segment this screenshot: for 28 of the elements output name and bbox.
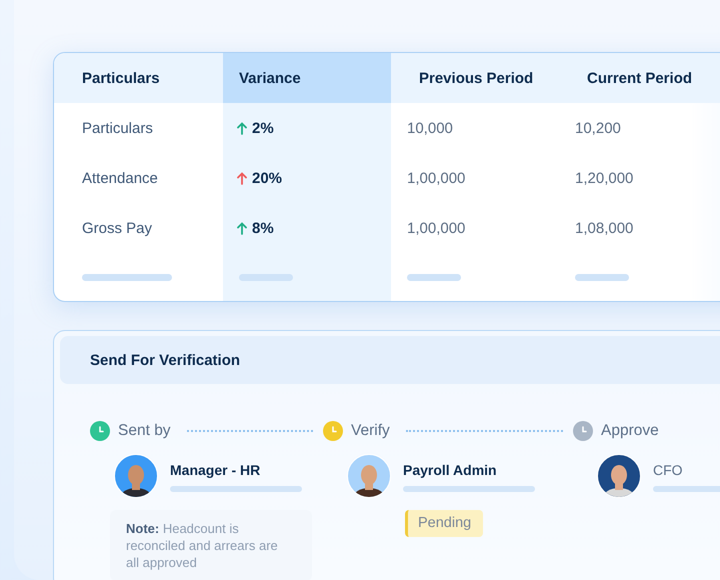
table-cell-text: Gross Pay: [81, 218, 154, 238]
person-name: Payroll Admin: [403, 462, 498, 478]
column-header: Variance: [223, 53, 391, 103]
avatar-icon: [347, 454, 391, 498]
note-text: Note: Headcount is reconciled and arrears are all approved: [110, 510, 312, 580]
step-label: Sent by: [118, 422, 171, 440]
table-cell-text: 1,00,000: [406, 168, 466, 188]
placeholder-bar: [407, 274, 461, 280]
avatar-icon: [597, 454, 641, 498]
placeholder-bar: [239, 274, 293, 280]
table-cell: 8%: [252, 220, 274, 236]
status-badge: Pending: [405, 510, 484, 537]
column-header: Current Period: [559, 53, 720, 103]
table-cell-text: 1,00,000: [406, 218, 466, 238]
placeholder-bar: [575, 274, 629, 280]
person-name: Manager - HR: [170, 462, 262, 478]
table-cell-text: Attendance: [81, 168, 159, 188]
step-label: Verify: [351, 422, 390, 440]
table-cell-text: Particulars: [81, 118, 154, 138]
table-cell: 20%: [252, 170, 282, 186]
avatar-icon: [114, 454, 158, 498]
step-label: Approve: [601, 422, 659, 440]
person-name: CFO: [653, 462, 684, 478]
section-title: Send For Verification: [60, 336, 720, 384]
column-header: Previous Period: [391, 53, 559, 103]
table-cell-text: 10,000: [406, 118, 454, 138]
column-header: Particulars: [54, 53, 223, 103]
table-cell: 2%: [252, 120, 274, 136]
